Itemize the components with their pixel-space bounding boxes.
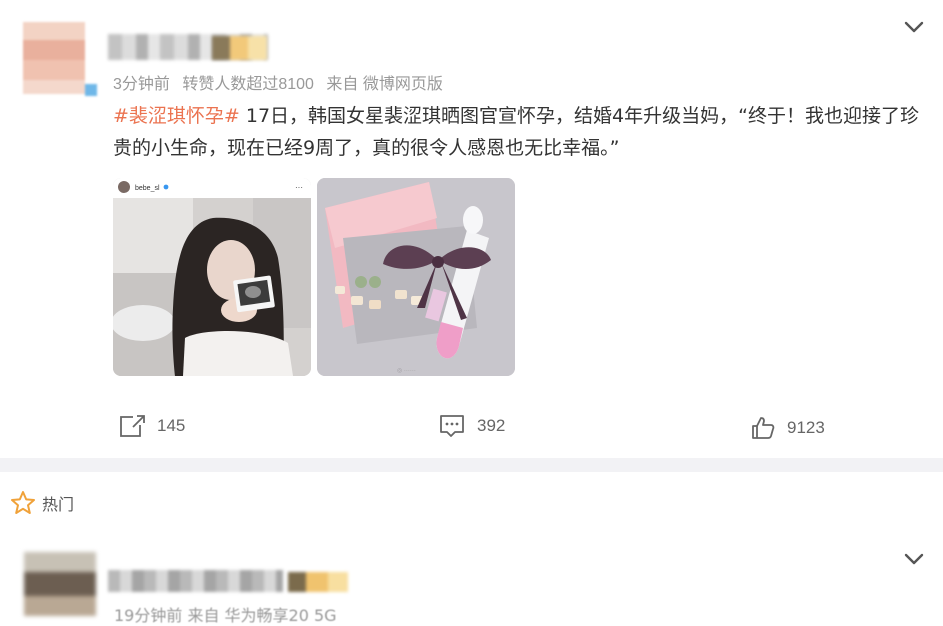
share-icon (120, 415, 145, 437)
post-source: 来自 微博网页版 (326, 76, 443, 93)
comment-chevron-down-icon[interactable] (901, 546, 927, 572)
share-count: 145 (157, 416, 186, 435)
repost-like-note: 转赞人数超过8100 (182, 76, 314, 93)
like-button[interactable]: 9123 (751, 416, 825, 440)
hashtag-link[interactable]: #裴涩琪怀孕# (113, 105, 240, 127)
user-level-badge-blurred (212, 36, 267, 60)
weibo-post-card: 3分钟前 转赞人数超过8100 来自 微博网页版 #裴涩琪怀孕# 17日，韩国女… (0, 0, 943, 458)
share-button[interactable]: 145 (119, 414, 185, 438)
post-actions: 145 392 9123 (0, 410, 943, 450)
comment-icon (440, 415, 464, 437)
hot-label: 热门 (42, 495, 75, 514)
comment-button[interactable]: 392 (439, 414, 505, 438)
hot-comments-header: 热门 (10, 490, 74, 516)
section-divider (0, 458, 943, 472)
like-count: 9123 (787, 418, 825, 437)
comment-meta: 19分钟前 来自 华为畅享20 5G (114, 606, 337, 625)
chevron-down-icon[interactable] (901, 14, 927, 40)
thumbs-up-icon (752, 417, 775, 439)
image-username: bebe_sl (135, 185, 160, 192)
post-time[interactable]: 3分钟前 (113, 76, 170, 93)
verified-badge (85, 84, 97, 96)
image-menu: ··· (295, 183, 303, 192)
commenter-badge-blurred (288, 572, 348, 592)
watermark-text: ◎ ······ (397, 368, 416, 374)
user-avatar[interactable] (23, 22, 97, 106)
commenter-name-blurred[interactable] (108, 570, 283, 592)
post-meta: 3分钟前 转赞人数超过8100 来自 微博网页版 (113, 70, 451, 94)
post-image-2[interactable]: ◎ ······ (317, 178, 515, 376)
comment-count: 392 (477, 416, 506, 435)
star-icon (11, 491, 35, 514)
post-content: #裴涩琪怀孕# 17日，韩国女星裴涩琪晒图官宣怀孕，结婚4年升级当妈，“终于！我… (113, 100, 925, 164)
post-image-1[interactable]: bebe_sl ··· (113, 178, 311, 376)
commenter-avatar[interactable] (24, 552, 96, 616)
